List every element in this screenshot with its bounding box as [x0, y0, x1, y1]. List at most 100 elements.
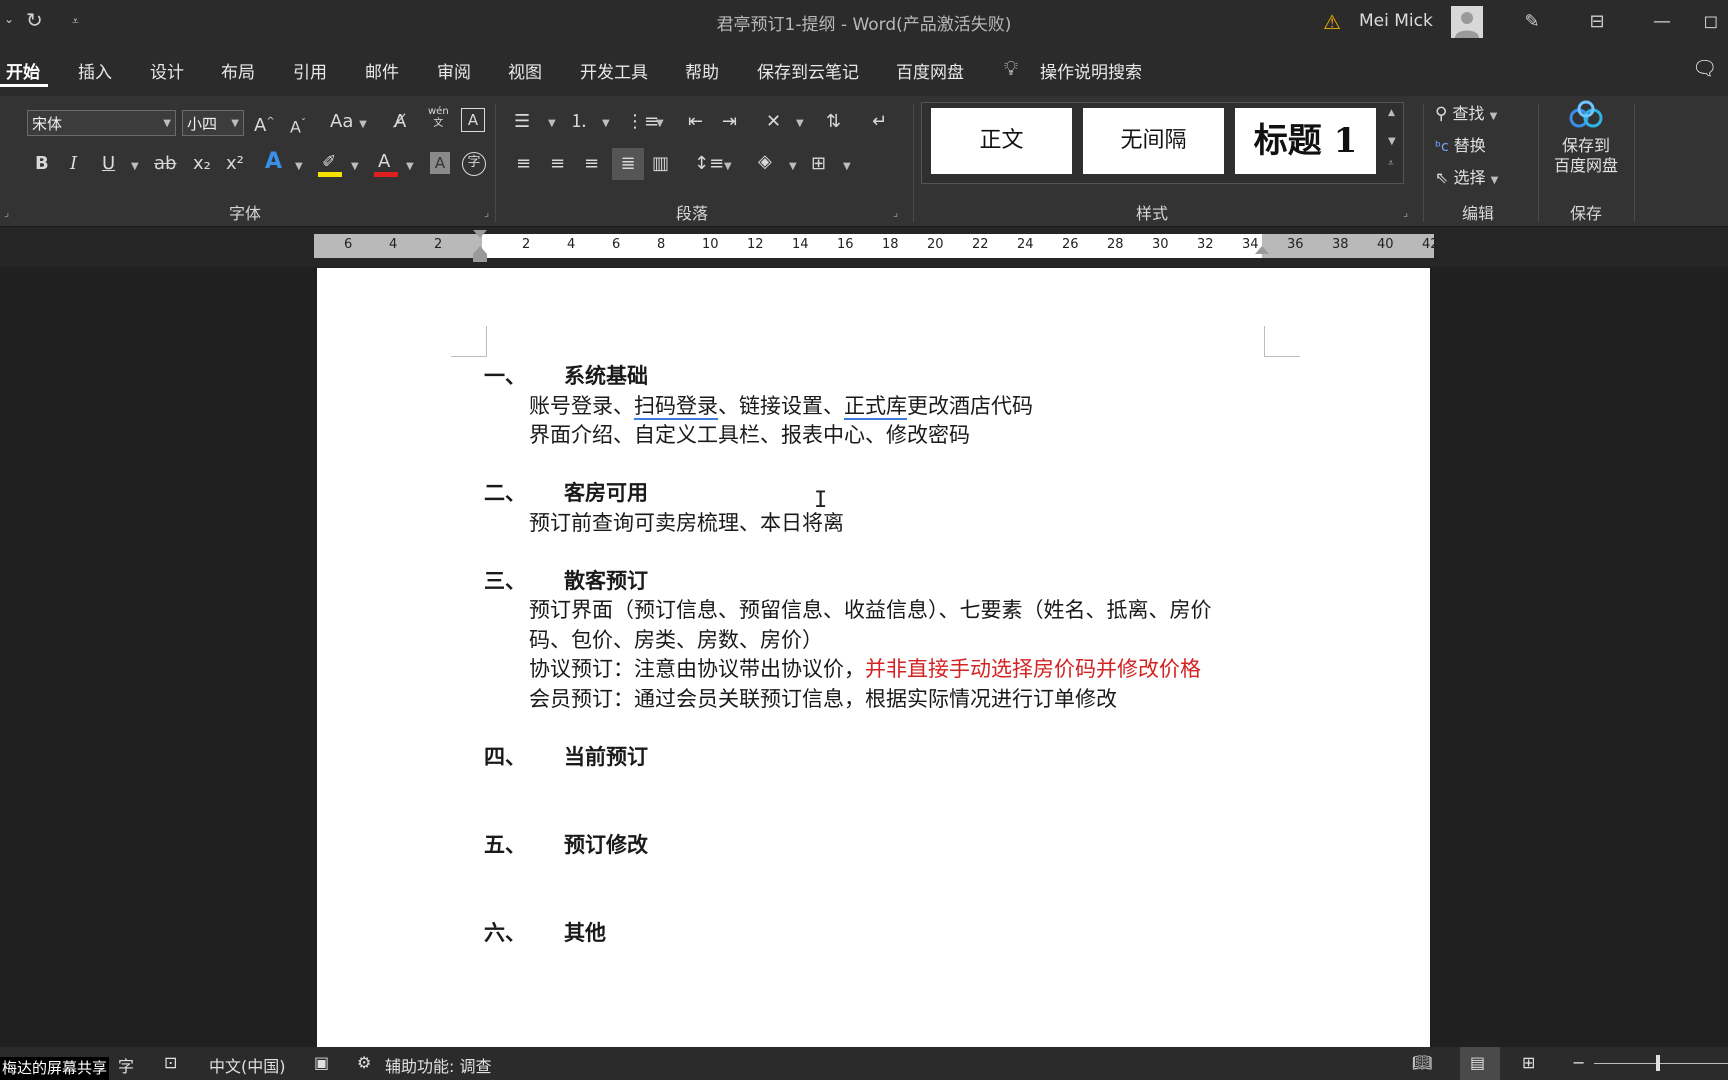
chevron-down-icon[interactable]: ▼ [796, 118, 804, 129]
superscript-button[interactable]: x² [226, 150, 244, 178]
bold-button[interactable]: B [35, 150, 49, 178]
tab-design[interactable]: 设计 [150, 58, 184, 83]
body-line[interactable]: 预订前查询可卖房梳理、本日将离 [529, 507, 844, 537]
phonetic-guide-button[interactable]: wén 文 [428, 106, 449, 134]
section-heading[interactable]: 六、 其他 [484, 917, 606, 947]
pen-icon[interactable]: ✎ [1507, 6, 1557, 38]
underline-button[interactable]: U [102, 150, 115, 178]
font-name-combo[interactable]: 宋体 ▼ [27, 110, 176, 136]
chevron-down-icon[interactable]: ▼ [843, 161, 851, 172]
word-count[interactable]: 字 [118, 1053, 134, 1077]
chevron-down-icon[interactable]: ▼ [724, 161, 732, 172]
chevron-down-icon[interactable]: ▼ [548, 118, 556, 129]
shading-icon[interactable]: ◈ [758, 148, 772, 176]
web-layout-icon[interactable]: ⊞ [1522, 1053, 1535, 1072]
zoom-slider-track[interactable] [1594, 1063, 1728, 1064]
horizontal-ruler[interactable]: 642 2 4 6 8 10 12 14 16 18 20 22 24 26 28 30 32 34 36 38 40… [314, 230, 1439, 262]
distributed-icon[interactable]: ▥ [652, 150, 669, 178]
document-page[interactable]: 一、 系统基础 账号登录、扫码登录、链接设置、正式库更改酒店代码 界面介绍、自定义工具… [317, 268, 1430, 1048]
show-marks-icon[interactable]: ↵ [872, 108, 887, 136]
font-color-button[interactable]: A [374, 150, 400, 178]
macro-record-icon[interactable]: ▣ [314, 1053, 329, 1072]
chevron-down-icon[interactable]: ▼ [295, 161, 303, 172]
print-layout-button[interactable]: ▤ [1460, 1047, 1500, 1080]
line-spacing-icon[interactable]: ↕≡ [694, 150, 724, 178]
save-to-baidu-button[interactable]: 保存到 百度网盘 [1548, 100, 1624, 192]
dialog-launcher-icon[interactable]: ⌟ [484, 206, 489, 219]
shrink-font-button[interactable]: Aˇ [290, 110, 306, 138]
comments-icon[interactable]: 🗨︎ [1692, 56, 1717, 80]
tab-review[interactable]: 审阅 [437, 58, 471, 83]
align-center-icon[interactable]: ≡ [550, 150, 565, 178]
dialog-launcher-icon[interactable]: ⌟ [893, 206, 898, 219]
highlight-button[interactable]: ✐ [318, 152, 344, 178]
body-line[interactable]: 码、包价、房类、房数、房价） [529, 624, 823, 654]
find-button[interactable]: ⚲ 查找 ▼ [1435, 100, 1497, 128]
body-line[interactable]: 会员预订：通过会员关联预订信息，根据实际情况进行订单修改 [529, 683, 1117, 713]
character-shading-button[interactable]: A [430, 152, 450, 174]
select-button[interactable]: ⇖ 选择 ▼ [1435, 164, 1498, 192]
body-line[interactable]: 界面介绍、自定义工具栏、报表中心、修改密码 [529, 419, 970, 449]
first-line-indent-marker[interactable] [473, 230, 487, 238]
tab-mailings[interactable]: 邮件 [365, 58, 399, 83]
tab-help[interactable]: 帮助 [685, 58, 719, 83]
justify-icon[interactable]: ≣ [612, 148, 644, 180]
text-effects-button[interactable]: A [265, 148, 282, 176]
tab-insert[interactable]: 插入 [78, 58, 112, 83]
tell-me-search[interactable]: 操作说明搜索 [1040, 58, 1142, 83]
dialog-launcher-icon[interactable]: ⌟ [1403, 206, 1408, 219]
left-indent-marker[interactable] [473, 254, 487, 262]
hanging-indent-marker[interactable] [473, 246, 487, 254]
font-size-combo[interactable]: 小四 ▼ [182, 110, 244, 136]
borders-icon[interactable]: ⊞ [811, 150, 826, 178]
body-line[interactable]: 协议预订：注意由协议带出协议价，并非直接手动选择房价码并修改价格 [529, 653, 1201, 683]
accessibility-status[interactable]: 辅助功能: 调查 [385, 1053, 491, 1077]
zoom-slider-thumb[interactable] [1656, 1055, 1660, 1071]
align-left-icon[interactable]: ≡ [516, 150, 531, 178]
section-heading[interactable]: 五、 预订修改 [484, 829, 648, 859]
chevron-down-icon[interactable]: ▼ [789, 161, 797, 172]
grow-font-button[interactable]: A^ [254, 108, 275, 136]
tab-baidu-pan[interactable]: 百度网盘 [896, 58, 964, 83]
body-line[interactable]: 预订界面（预订信息、预留信息、收益信息）、七要素（姓名、抵离、房价 [529, 594, 1212, 624]
section-heading[interactable]: 二、 客房可用 [484, 477, 648, 507]
change-case-button[interactable]: Aa ▼ [330, 108, 367, 136]
numbering-icon[interactable]: ⒈ [570, 108, 588, 136]
more-styles-icon[interactable]: ⩡ [1388, 158, 1394, 169]
strikethrough-button[interactable]: ab [154, 150, 176, 178]
user-name[interactable]: Mei Mick [1359, 11, 1433, 31]
sort-icon[interactable]: ⇅ [826, 108, 841, 136]
chevron-down-icon[interactable]: ▼ [351, 161, 359, 172]
section-heading[interactable]: 三、 散客预订 [484, 565, 648, 595]
style-no-spacing[interactable]: 无间隔 [1083, 108, 1224, 174]
avatar[interactable] [1451, 6, 1483, 38]
enclose-characters-button[interactable]: 字 [462, 152, 486, 176]
ribbon-display-options-icon[interactable]: ⊟ [1572, 6, 1622, 38]
subscript-button[interactable]: x₂ [193, 150, 211, 178]
align-right-icon[interactable]: ≡ [584, 150, 599, 178]
right-indent-marker[interactable] [1255, 246, 1269, 254]
chevron-down-icon[interactable]: ▼ [406, 161, 414, 172]
body-line[interactable]: 账号登录、扫码登录、链接设置、正式库更改酒店代码 [529, 390, 1033, 420]
scroll-down-icon[interactable]: ▼ [1388, 136, 1396, 147]
tab-cloud-notes[interactable]: 保存到云笔记 [757, 58, 859, 83]
character-border-icon[interactable]: A [461, 108, 485, 132]
tab-developer[interactable]: 开发工具 [580, 58, 648, 83]
style-heading-1[interactable]: 标题 1 [1235, 108, 1376, 174]
section-heading[interactable]: 四、 当前预订 [484, 741, 648, 771]
proofing-icon[interactable]: ⊡ [164, 1053, 177, 1072]
chevron-down-icon[interactable]: ▼ [656, 118, 664, 129]
tab-home[interactable]: 开始 [6, 58, 40, 83]
clear-formatting-icon[interactable]: A̸ [394, 108, 406, 136]
section-heading[interactable]: 一、 系统基础 [484, 360, 648, 390]
chinese-layout-icon[interactable]: ✕ [766, 108, 781, 136]
tab-layout[interactable]: 布局 [221, 58, 255, 83]
italic-button[interactable]: I [70, 150, 77, 178]
decrease-indent-icon[interactable]: ⇤ [688, 108, 703, 136]
read-mode-icon[interactable]: 📖︎ [1412, 1053, 1432, 1072]
bullets-icon[interactable]: ☰ [514, 108, 530, 136]
tab-view[interactable]: 视图 [508, 58, 542, 83]
chevron-down-icon[interactable]: ▼ [602, 118, 610, 129]
zoom-out-icon[interactable]: − [1572, 1053, 1585, 1072]
scroll-up-icon[interactable]: ▲ [1388, 108, 1395, 118]
